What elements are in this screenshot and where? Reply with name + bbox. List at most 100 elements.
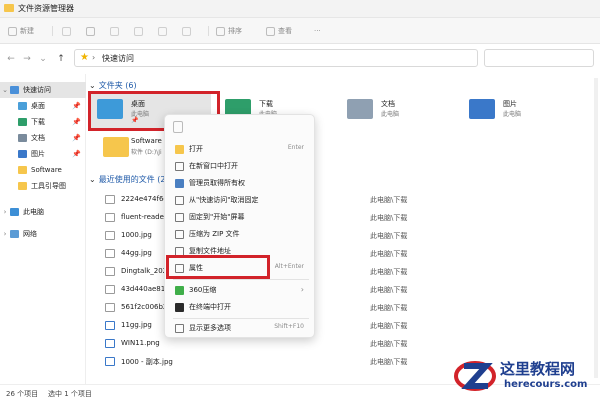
menu-item-label: 固定到"开始"屏幕 bbox=[189, 213, 245, 221]
divider bbox=[208, 26, 209, 36]
cut-button[interactable] bbox=[62, 24, 74, 38]
folder-tile-documents[interactable]: 文档 此电脑 bbox=[341, 94, 461, 128]
chevron-right-icon[interactable]: › bbox=[0, 230, 10, 238]
folder-icon bbox=[175, 145, 184, 154]
sidebar-item-desktop[interactable]: 桌面 📌 bbox=[0, 98, 86, 114]
menu-item-unpin-quick-access[interactable]: 从"快速访问"取消固定 bbox=[169, 192, 312, 208]
menu-divider bbox=[173, 279, 309, 280]
file-location: 此电脑\下载 bbox=[370, 214, 408, 222]
search-input[interactable] bbox=[484, 49, 594, 67]
command-bar: 新建 排序 查看 ··· bbox=[0, 18, 600, 44]
image-file-icon bbox=[105, 249, 115, 258]
item-count: 26 个项目 bbox=[6, 390, 39, 398]
folder-tile-pictures[interactable]: 图片 此电脑 bbox=[463, 94, 583, 128]
pin-icon bbox=[175, 213, 184, 222]
recent-dropdown-button[interactable]: ⌄ bbox=[38, 54, 48, 64]
menu-item-open[interactable]: 打开 Enter bbox=[169, 141, 312, 157]
folder-icon bbox=[4, 4, 14, 12]
tile-location: 软件 (D:)\Ji bbox=[131, 149, 162, 156]
menu-divider bbox=[173, 318, 309, 319]
menu-item-compress-zip[interactable]: 压缩为 ZIP 文件 bbox=[169, 226, 312, 242]
sidebar-item-label: 文档 bbox=[31, 134, 45, 142]
chevron-right-icon[interactable]: › bbox=[0, 208, 10, 216]
file-icon bbox=[105, 285, 115, 294]
new-button[interactable]: 新建 bbox=[8, 24, 34, 38]
sidebar-item-downloads[interactable]: 下载 📌 bbox=[0, 114, 86, 130]
file-row[interactable]: WIN11.png 此电脑\下载 bbox=[99, 336, 599, 352]
rename-button[interactable] bbox=[134, 24, 146, 38]
folders-group-header[interactable]: ⌄ 文件夹 (6) bbox=[89, 80, 137, 91]
menu-item-pin-start[interactable]: 固定到"开始"屏幕 bbox=[169, 209, 312, 225]
menu-item-shortcut: Shift+F10 bbox=[274, 323, 304, 330]
forward-button[interactable]: → bbox=[22, 54, 32, 64]
menu-item-show-more[interactable]: 显示更多选项 Shift+F10 bbox=[169, 320, 312, 336]
star-icon: ★ bbox=[80, 52, 89, 63]
document-icon bbox=[18, 134, 27, 142]
sidebar-item-documents[interactable]: 文档 📌 bbox=[0, 130, 86, 146]
divider bbox=[52, 26, 53, 36]
sidebar-item-quick-access[interactable]: ⌄ 快速访问 bbox=[0, 82, 86, 98]
sidebar-item-network[interactable]: › 网络 bbox=[0, 226, 86, 242]
image-file-icon bbox=[105, 231, 115, 240]
more-label: ··· bbox=[314, 27, 321, 35]
title-bar: 文件资源管理器 bbox=[0, 0, 600, 18]
site-logo-icon bbox=[454, 361, 496, 391]
desktop-icon bbox=[18, 102, 27, 110]
watermark: 这里教程网 herecours.com bbox=[450, 352, 600, 400]
menu-item-label: 显示更多选项 bbox=[189, 324, 231, 332]
menu-item-open-new-window[interactable]: 在新窗口中打开 bbox=[169, 158, 312, 174]
image-file-icon bbox=[105, 321, 115, 330]
copy-icon[interactable] bbox=[173, 121, 183, 133]
file-icon bbox=[105, 303, 115, 312]
tile-location: 此电脑 bbox=[381, 111, 400, 118]
sidebar-item-software[interactable]: Software bbox=[0, 162, 86, 178]
share-icon bbox=[158, 26, 167, 36]
file-location: 此电脑\下载 bbox=[370, 358, 408, 366]
document-folder-icon bbox=[347, 99, 373, 119]
address-path: 快速访问 bbox=[102, 54, 134, 63]
sidebar-item-label: Software bbox=[31, 166, 62, 174]
context-menu: 打开 Enter 在新窗口中打开 管理员取得所有权 从"快速访问"取消固定 固定… bbox=[164, 114, 315, 338]
menu-item-open-terminal[interactable]: 在终端中打开 bbox=[169, 299, 312, 315]
trash-icon bbox=[182, 26, 191, 36]
address-bar[interactable]: ★ › 快速访问 bbox=[74, 49, 478, 67]
recent-group-header[interactable]: ⌄ 最近使用的文件 (20 bbox=[89, 174, 171, 185]
image-file-icon bbox=[105, 357, 115, 366]
share-button[interactable] bbox=[158, 24, 170, 38]
sort-button[interactable]: 排序 bbox=[216, 24, 242, 38]
folder-icon bbox=[18, 166, 27, 174]
file-icon bbox=[105, 267, 115, 276]
tile-location: 此电脑 bbox=[503, 111, 522, 118]
unpin-icon bbox=[175, 196, 184, 205]
file-name: 1000 - 副本.jpg bbox=[121, 358, 173, 366]
chevron-right-icon: › bbox=[92, 53, 96, 62]
compress-icon bbox=[175, 286, 184, 295]
folder-tile-software[interactable]: Software 软件 (D:)\Ji bbox=[97, 132, 167, 166]
menu-item-360-compress[interactable]: 360压缩 › bbox=[169, 282, 312, 298]
watermark-site-name: 这里教程网 bbox=[500, 360, 576, 378]
shield-icon bbox=[175, 179, 184, 188]
scissors-icon bbox=[62, 26, 71, 36]
watermark-domain: herecours.com bbox=[504, 379, 588, 390]
file-icon bbox=[105, 195, 115, 204]
computer-icon bbox=[10, 208, 19, 216]
file-location: 此电脑\下载 bbox=[370, 286, 408, 294]
delete-button[interactable] bbox=[182, 24, 194, 38]
sidebar-item-tools-guide[interactable]: 工具引导图 bbox=[0, 178, 86, 194]
paste-button[interactable] bbox=[110, 24, 122, 38]
sidebar-item-label: 网络 bbox=[23, 230, 37, 238]
vertical-scrollbar[interactable] bbox=[594, 78, 598, 378]
network-icon bbox=[10, 230, 19, 238]
view-button[interactable]: 查看 bbox=[266, 24, 292, 38]
menu-item-take-ownership[interactable]: 管理员取得所有权 bbox=[169, 175, 312, 191]
copy-button[interactable] bbox=[86, 24, 98, 38]
image-file-icon bbox=[105, 339, 115, 348]
more-button[interactable]: ··· bbox=[314, 24, 321, 38]
sidebar-item-pictures[interactable]: 图片 📌 bbox=[0, 146, 86, 162]
back-button[interactable]: ← bbox=[6, 54, 16, 64]
chevron-down-icon[interactable]: ⌄ bbox=[0, 86, 10, 94]
window-title: 文件资源管理器 bbox=[18, 4, 74, 13]
up-button[interactable]: ↑ bbox=[56, 54, 66, 64]
sidebar-item-this-pc[interactable]: › 此电脑 bbox=[0, 204, 86, 220]
file-location: 此电脑\下载 bbox=[370, 196, 408, 204]
